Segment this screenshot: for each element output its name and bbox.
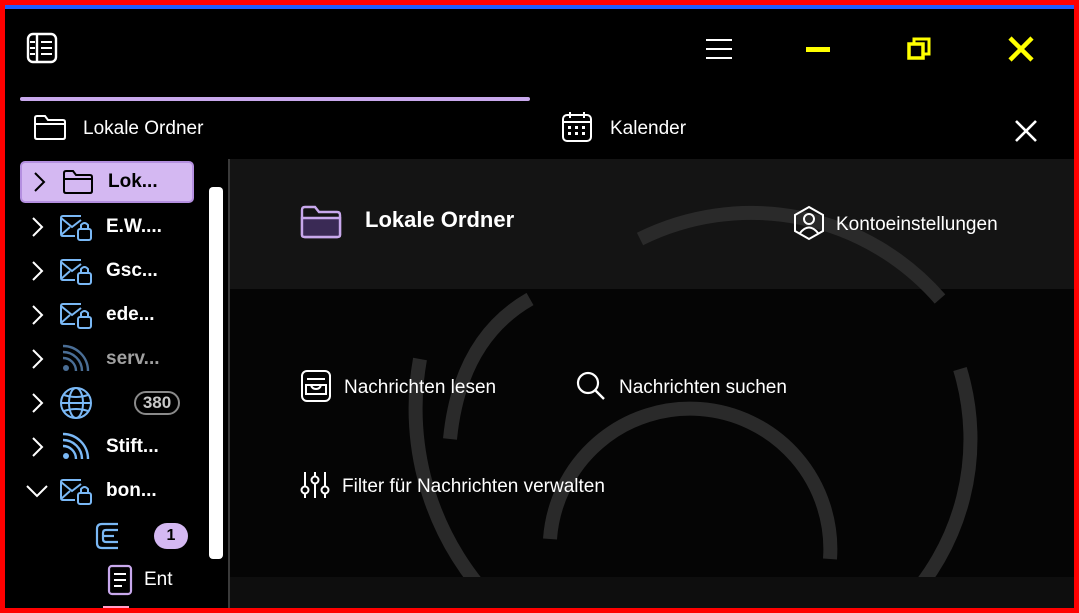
folder-icon	[300, 205, 342, 244]
folder-tree-label: Lok...	[108, 171, 158, 192]
account-settings-icon	[792, 205, 826, 246]
application-window: Lokale Ordner Kalender Lok... E.W.... Gs…	[5, 5, 1074, 608]
folder-tree-item-newsgroup[interactable]: 380	[20, 383, 190, 423]
folder-tree-label: serv...	[106, 348, 160, 369]
rss-icon	[58, 432, 94, 462]
folder-tree-label: E.W....	[106, 216, 162, 237]
message-count-badge: 380	[134, 391, 180, 415]
folder-tree-label: Stift...	[106, 436, 159, 457]
chevron-right-icon[interactable]	[22, 388, 52, 418]
chevron-right-icon[interactable]	[22, 212, 52, 242]
folder-tree-item-account[interactable]: Gsc...	[20, 251, 190, 291]
chevron-right-icon[interactable]	[22, 300, 52, 330]
tab-lokale-ordner[interactable]: Lokale Ordner	[33, 109, 203, 149]
folder-tree-item-account[interactable]: E.W....	[20, 207, 190, 247]
action-label: Nachrichten suchen	[619, 377, 787, 398]
folder-icon	[60, 167, 96, 197]
hamburger-icon[interactable]	[699, 31, 739, 67]
folder-tree-item-feed[interactable]: Stift...	[20, 427, 190, 467]
address-book-icon[interactable]	[25, 31, 59, 65]
action-label: Filter für Nachrichten verwalten	[342, 476, 605, 497]
inbox-tray-icon	[300, 369, 332, 408]
unread-count-badge: 1	[154, 523, 188, 549]
calendar-icon	[560, 111, 594, 148]
close-icon[interactable]	[1001, 31, 1041, 67]
folder-tree-label: Gsc...	[106, 260, 158, 281]
account-settings-label: Kontoeinstellungen	[836, 214, 998, 235]
folder-tree-label: bon...	[106, 480, 157, 501]
mail-lock-icon	[58, 256, 94, 286]
tab-label: Lokale Ordner	[83, 118, 204, 139]
minimize-icon[interactable]	[798, 31, 838, 67]
globe-icon	[58, 387, 94, 419]
folder-icon	[33, 113, 67, 146]
tab-kalender[interactable]: Kalender	[560, 109, 686, 149]
filter-sliders-icon	[300, 470, 330, 505]
folder-tree-item-inbox[interactable]: 1	[20, 516, 190, 556]
folder-tree-item-account[interactable]: bon...	[20, 471, 190, 511]
search-icon	[575, 370, 607, 407]
mail-lock-icon	[58, 212, 94, 242]
drafts-icon	[106, 564, 134, 596]
mail-lock-icon	[58, 476, 94, 506]
account-central: Lokale Ordner Kontoeinstellungen Nachric…	[230, 159, 1074, 608]
manage-filters-button[interactable]: Filter für Nachrichten verwalten	[300, 469, 605, 505]
account-settings-link[interactable]: Kontoeinstellungen	[792, 205, 998, 245]
chevron-right-icon[interactable]	[24, 167, 54, 197]
account-title: Lokale Ordner	[365, 207, 515, 232]
folder-tree-item-drafts[interactable]: Ent	[20, 560, 190, 600]
inbox-icon	[90, 521, 126, 551]
next-item-peek	[103, 606, 129, 608]
folder-tree-item-account[interactable]: ede...	[20, 295, 190, 335]
restore-icon[interactable]	[899, 31, 939, 67]
action-label: Nachrichten lesen	[344, 377, 497, 398]
rss-icon	[58, 344, 94, 374]
tab-bar: Lokale Ordner Kalender	[5, 89, 1074, 159]
folder-tree-item-lokale-ordner[interactable]: Lok...	[20, 161, 194, 203]
title-bar	[5, 9, 1074, 89]
tab-label: Kalender	[610, 118, 687, 139]
folder-pane-scrollbar[interactable]	[209, 187, 223, 559]
chevron-right-icon[interactable]	[22, 256, 52, 286]
folder-pane: Lok... E.W.... Gsc... ede... serv... 380…	[5, 159, 230, 608]
chevron-right-icon[interactable]	[22, 432, 52, 462]
chevron-down-icon[interactable]	[22, 476, 52, 506]
folder-tree-item-feed[interactable]: serv...	[20, 339, 190, 379]
folder-tree-label: ede...	[106, 304, 155, 325]
chevron-right-icon[interactable]	[22, 344, 52, 374]
mail-lock-icon	[58, 300, 94, 330]
search-messages-button[interactable]: Nachrichten suchen	[575, 370, 787, 406]
content-footer-band	[230, 577, 1074, 608]
folder-tree-label: Ent	[144, 569, 173, 590]
read-messages-button[interactable]: Nachrichten lesen	[300, 369, 497, 408]
close-icon[interactable]	[1010, 115, 1042, 147]
active-tab-indicator	[20, 97, 530, 101]
